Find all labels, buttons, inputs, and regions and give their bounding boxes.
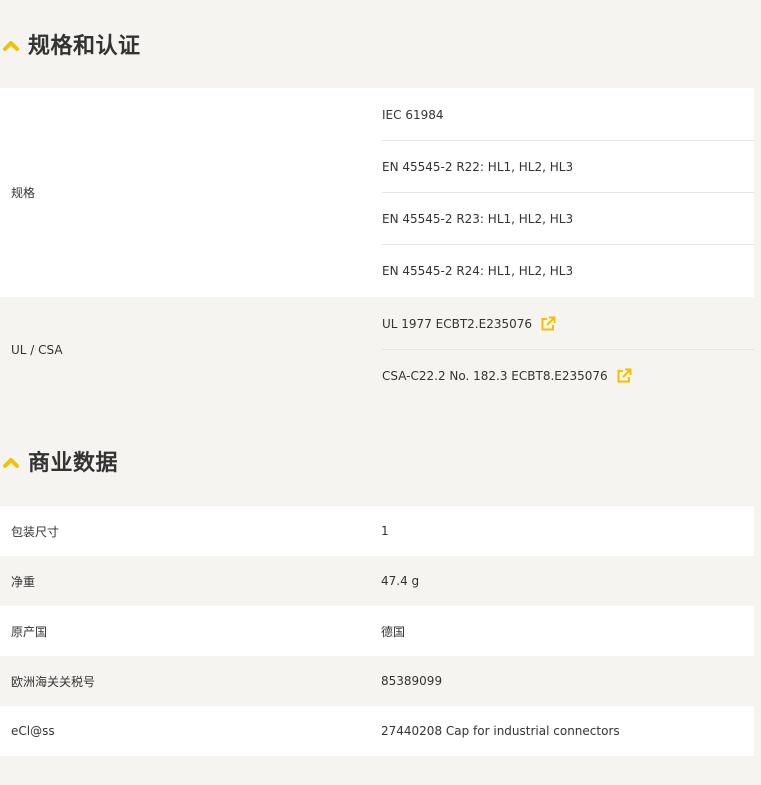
spec-group-standards: 规格 IEC 61984 EN 45545-2 R22: HL1, HL2, H… [0, 88, 754, 297]
table-row: 原产国 德国 [0, 606, 754, 656]
spec-link-value[interactable]: UL 1977 ECBT2.E235076 [382, 298, 754, 350]
table-row: 欧洲海关关税号 85389099 [0, 656, 754, 706]
spec-value: EN 45545-2 R23: HL1, HL2, HL3 [382, 193, 754, 245]
commercial-section-header[interactable]: 商业数据 [0, 402, 761, 506]
spec-table: 规格 IEC 61984 EN 45545-2 R22: HL1, HL2, H… [0, 88, 754, 402]
row-value: 85389099 [381, 674, 443, 688]
row-label: 原产国 [11, 624, 48, 639]
spec-value: EN 45545-2 R22: HL1, HL2, HL3 [382, 141, 754, 193]
table-row: eCl@ss 27440208 Cap for industrial conne… [0, 706, 754, 756]
spec-value: EN 45545-2 R24: HL1, HL2, HL3 [382, 263, 574, 278]
spec-value: IEC 61984 [382, 89, 754, 141]
commercial-section-title: 商业数据 [28, 451, 119, 476]
external-link-icon[interactable] [616, 368, 632, 384]
row-label: eCl@ss [11, 724, 55, 738]
table-row: 包装尺寸 1 [0, 506, 754, 556]
row-label: 欧洲海关关税号 [11, 674, 96, 689]
row-value: 1 [381, 524, 389, 538]
commercial-table: 包装尺寸 1 净重 47.4 g 原产国 德国 欧洲海关关税号 85389099… [0, 506, 754, 756]
spec-section-header[interactable]: 规格和认证 [0, 0, 761, 88]
spec-link-value[interactable]: CSA-C22.2 No. 182.3 ECBT8.E235076 [382, 350, 754, 401]
chevron-up-icon[interactable] [2, 454, 20, 468]
table-row: 净重 47.4 g [0, 556, 754, 606]
row-value: 27440208 Cap for industrial connectors [381, 724, 620, 738]
row-value: 47.4 g [381, 574, 420, 588]
spec-group-ul-csa: UL / CSA UL 1977 ECBT2.E235076 CSA-C22.2… [0, 297, 754, 402]
external-link-icon[interactable] [540, 316, 556, 332]
spec-group-label: 规格 [11, 186, 36, 200]
spec-group-label: UL / CSA [11, 342, 63, 357]
row-label: 净重 [11, 574, 36, 589]
row-value: 德国 [381, 624, 406, 639]
spec-section-title: 规格和认证 [28, 34, 141, 59]
chevron-up-icon[interactable] [2, 37, 20, 51]
row-label: 包装尺寸 [11, 524, 60, 539]
